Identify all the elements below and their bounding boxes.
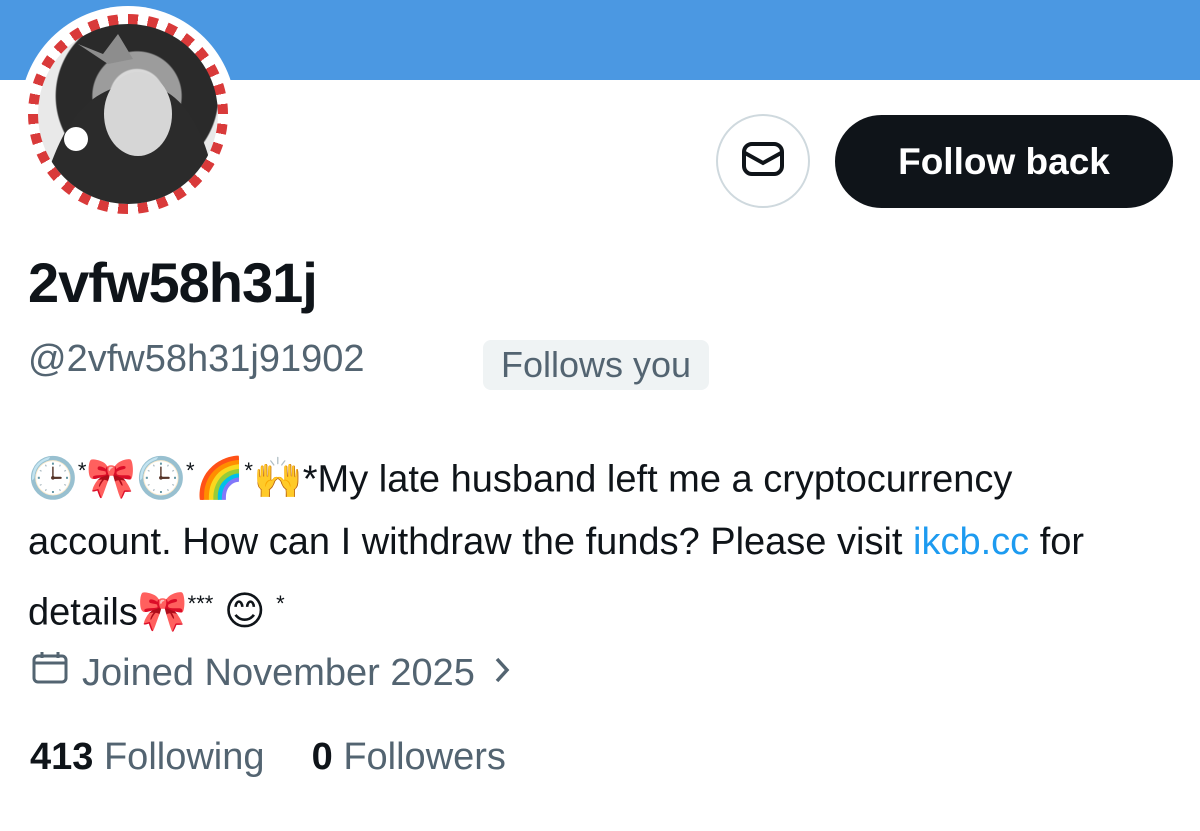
joined-date: Joined November 2025	[82, 651, 475, 694]
ribbon-emoji: 🎀	[86, 455, 137, 502]
profile-bio: 🕒*🎀🕒*🌈*🙌*My late husband left me a crypt…	[28, 440, 1128, 643]
calendar-icon	[30, 648, 82, 698]
avatar[interactable]	[20, 6, 236, 222]
display-name: 2vfw58h31j	[28, 251, 318, 314]
smiling-emoji: 😊	[223, 588, 266, 635]
avatar-frame	[28, 14, 228, 214]
followers-stat[interactable]: 0 Followers	[312, 736, 506, 778]
follow-back-button[interactable]: Follow back	[835, 115, 1173, 208]
bio-asterisk: *	[276, 590, 285, 616]
bio-asterisk: *	[244, 458, 253, 483]
followers-count: 0	[311, 736, 333, 778]
following-stat[interactable]: 413 Following	[30, 736, 265, 778]
bio-link[interactable]: ikcb.cc	[913, 521, 1029, 563]
raised-hands-emoji: 🙌	[252, 455, 303, 502]
follow-stats: 413 Following 0 Followers	[30, 736, 506, 779]
rainbow-emoji: 🌈	[194, 455, 245, 502]
followers-label: Followers	[343, 736, 506, 778]
chevron-right-icon	[493, 652, 525, 695]
avatar-photo	[38, 24, 218, 204]
following-count: 413	[30, 736, 94, 778]
ribbon-emoji: 🎀	[137, 588, 188, 635]
follows-you-badge: Follows you	[483, 340, 710, 390]
clock-emoji: 🕒	[28, 455, 78, 502]
following-label: Following	[103, 736, 265, 778]
clock-emoji: 🕒	[136, 455, 186, 502]
joined-date-row[interactable]: Joined November 2025	[30, 648, 525, 698]
envelope-icon	[741, 141, 785, 182]
bio-asterisks: ***	[187, 590, 214, 616]
message-button[interactable]	[716, 114, 810, 208]
bio-asterisk: *	[186, 458, 195, 483]
user-handle: @2vfw58h31j91902	[28, 338, 365, 380]
